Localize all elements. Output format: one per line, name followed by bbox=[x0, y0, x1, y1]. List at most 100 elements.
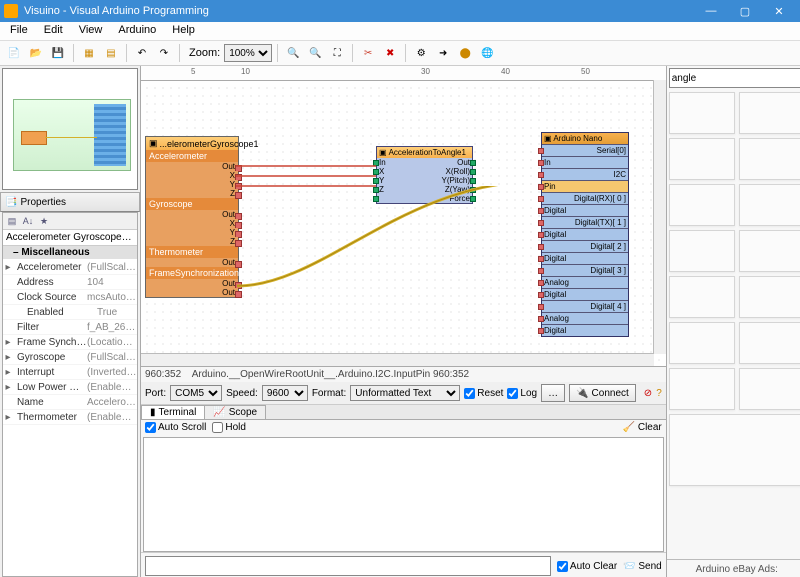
property-row[interactable]: ▸Low Power Mo...(Enabled=True... bbox=[3, 380, 137, 395]
zoom-fit-icon[interactable]: ⛶ bbox=[327, 43, 347, 63]
speed-select[interactable]: 9600 bbox=[262, 385, 308, 401]
upload-button[interactable]: ➜ bbox=[433, 43, 453, 63]
chip-icon: ▣ bbox=[149, 138, 158, 149]
zoom-select[interactable]: 100% bbox=[224, 44, 272, 62]
palette-item[interactable] bbox=[669, 138, 735, 180]
node-accelerometer-gyroscope[interactable]: ▣...elerometerGyroscope1 Accelerometer O… bbox=[145, 136, 239, 298]
hold-checkbox[interactable]: Hold bbox=[212, 422, 246, 433]
canvas-v-scrollbar[interactable] bbox=[653, 80, 666, 354]
close-button[interactable]: ✕ bbox=[762, 0, 796, 22]
node-arduino-nano[interactable]: ▣ Arduino Nano Serial[0] In I2C Pin Digi… bbox=[541, 132, 629, 337]
menu-view[interactable]: View bbox=[71, 22, 111, 40]
property-row[interactable]: Filterf_AB_260Hz_G... bbox=[3, 320, 137, 335]
palette-item[interactable] bbox=[739, 322, 800, 364]
props-cat-icon[interactable]: ▤ bbox=[5, 214, 19, 228]
titlebar: Visuino - Visual Arduino Programming — ▢… bbox=[0, 0, 800, 22]
property-row[interactable]: ▸Accelerometer(FullScaleRang... bbox=[3, 260, 137, 275]
left-panel: 📑 Properties ▤ A↓ ★ Accelerometer Gyrosc… bbox=[0, 66, 141, 577]
selected-object: Accelerometer Gyroscope MPU6000/MPU60 bbox=[3, 230, 137, 246]
palette-item[interactable] bbox=[739, 368, 800, 410]
auto-scroll-checkbox[interactable]: Auto Scroll bbox=[145, 422, 206, 433]
new-button[interactable]: 📄 bbox=[4, 43, 24, 63]
properties-header: 📑 Properties bbox=[0, 192, 140, 212]
tab-scope[interactable]: 📈Scope bbox=[204, 405, 266, 419]
palette-item[interactable] bbox=[739, 184, 800, 226]
window-title: Visuino - Visual Arduino Programming bbox=[24, 5, 694, 17]
terminal-icon: ▮ bbox=[150, 407, 156, 418]
redo-button[interactable]: ↷ bbox=[154, 43, 174, 63]
component-search-input[interactable] bbox=[669, 68, 800, 88]
auto-clear-checkbox[interactable]: Auto Clear bbox=[557, 561, 617, 572]
canvas-h-scrollbar[interactable] bbox=[141, 353, 654, 366]
build-button[interactable]: ⚙ bbox=[411, 43, 431, 63]
palette-item[interactable] bbox=[739, 138, 800, 180]
grid2-button[interactable]: ▤ bbox=[101, 43, 121, 63]
property-row[interactable]: ▸Interrupt(Inverted=Fals... bbox=[3, 365, 137, 380]
send-input[interactable] bbox=[145, 556, 551, 576]
design-canvas[interactable]: 5 10 30 40 50 ▣...elerometerGyroscope1 A… bbox=[141, 66, 666, 367]
menu-file[interactable]: File bbox=[2, 22, 36, 40]
speed-label: Speed: bbox=[226, 388, 258, 399]
overview-panel[interactable] bbox=[2, 68, 138, 190]
category-row[interactable]: – Miscellaneous bbox=[3, 246, 137, 260]
send-button[interactable]: 📨 Send bbox=[623, 561, 662, 572]
globe-button[interactable]: 🌐 bbox=[477, 43, 497, 63]
node-acceleration-to-angle[interactable]: ▣AccelerationToAngle1 InOut XX(Roll) YY(… bbox=[376, 146, 473, 204]
port-select[interactable]: COM5 (L bbox=[170, 385, 222, 401]
property-row[interactable]: NameAccelerometer... bbox=[3, 395, 137, 410]
app-icon bbox=[4, 4, 18, 18]
terminal-output[interactable] bbox=[143, 437, 664, 552]
properties-panel: ▤ A↓ ★ Accelerometer Gyroscope MPU6000/M… bbox=[2, 212, 138, 577]
serial-panel: 960:352 Arduino.__OpenWireRootUnit__.Ard… bbox=[141, 367, 666, 577]
palette-item[interactable] bbox=[669, 368, 735, 410]
log-browse-button[interactable]: … bbox=[541, 384, 565, 402]
palette-item[interactable] bbox=[669, 322, 735, 364]
center-panel: 5 10 30 40 50 ▣...elerometerGyroscope1 A… bbox=[141, 66, 666, 577]
ruler-horizontal: 5 10 30 40 50 bbox=[141, 66, 666, 81]
serial-clear-icon[interactable]: ⊘ bbox=[644, 388, 652, 399]
props-star-icon[interactable]: ★ bbox=[37, 214, 51, 228]
palette-item[interactable] bbox=[669, 230, 735, 272]
property-row[interactable]: ▸Frame Synchro...(Location=fsD... bbox=[3, 335, 137, 350]
clear-button[interactable]: 🧹 Clear bbox=[623, 422, 662, 433]
menu-arduino[interactable]: Arduino bbox=[110, 22, 164, 40]
palette-item[interactable] bbox=[739, 230, 800, 272]
zoom-in-icon[interactable]: 🔍 bbox=[283, 43, 303, 63]
status-bar: 960:352 Arduino.__OpenWireRootUnit__.Ard… bbox=[141, 367, 666, 382]
minimize-button[interactable]: — bbox=[694, 0, 728, 22]
cut-button[interactable]: ✂ bbox=[358, 43, 378, 63]
reset-checkbox[interactable]: Reset bbox=[464, 388, 503, 399]
ads-label: Arduino eBay Ads: bbox=[667, 559, 800, 577]
grid-button[interactable]: ▦ bbox=[79, 43, 99, 63]
connect-button[interactable]: 🔌 Connect bbox=[569, 384, 636, 402]
serial-help-icon[interactable]: ? bbox=[656, 388, 662, 399]
panel-icon: 📑 bbox=[5, 197, 17, 208]
palette-item[interactable] bbox=[739, 92, 800, 134]
undo-button[interactable]: ↶ bbox=[132, 43, 152, 63]
palette-item[interactable] bbox=[669, 414, 800, 486]
menu-edit[interactable]: Edit bbox=[36, 22, 71, 40]
property-row[interactable]: Address104 bbox=[3, 275, 137, 290]
board-button[interactable]: ⬤ bbox=[455, 43, 475, 63]
palette-item[interactable] bbox=[669, 92, 735, 134]
save-button[interactable]: 💾 bbox=[48, 43, 68, 63]
format-label: Format: bbox=[312, 388, 346, 399]
chip-icon: ▣ bbox=[379, 148, 387, 157]
palette-item[interactable] bbox=[739, 276, 800, 318]
log-checkbox[interactable]: Log bbox=[507, 388, 537, 399]
maximize-button[interactable]: ▢ bbox=[728, 0, 762, 22]
component-palette[interactable] bbox=[667, 90, 800, 559]
property-row[interactable]: ▸Gyroscope(FullScaleRang... bbox=[3, 350, 137, 365]
property-row[interactable]: EnabledTrue bbox=[3, 305, 137, 320]
delete-button[interactable]: ✖ bbox=[380, 43, 400, 63]
property-row[interactable]: Clock SourcemcsAutoSelect bbox=[3, 290, 137, 305]
open-button[interactable]: 📂 bbox=[26, 43, 46, 63]
property-row[interactable]: ▸Thermometer(Enabled=True... bbox=[3, 410, 137, 425]
tab-terminal[interactable]: ▮Terminal bbox=[141, 405, 205, 419]
format-select[interactable]: Unformatted Text bbox=[350, 385, 460, 401]
menu-help[interactable]: Help bbox=[164, 22, 203, 40]
zoom-out-icon[interactable]: 🔍 bbox=[305, 43, 325, 63]
props-az-icon[interactable]: A↓ bbox=[21, 214, 35, 228]
palette-item[interactable] bbox=[669, 184, 735, 226]
palette-item[interactable] bbox=[669, 276, 735, 318]
